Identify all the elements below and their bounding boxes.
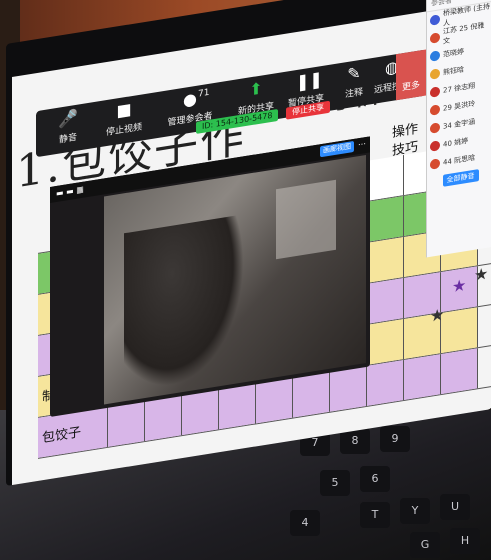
key[interactable]: T xyxy=(360,502,390,528)
video-feed xyxy=(104,154,366,405)
key[interactable]: 6 xyxy=(360,466,390,492)
pause-icon: ❚❚ xyxy=(296,68,323,93)
star-icon: ★ xyxy=(452,275,467,297)
mute-button[interactable]: 🎤 静音 xyxy=(38,105,98,149)
window-in-video xyxy=(276,179,336,260)
participants-count: 71 xyxy=(198,87,210,100)
key[interactable]: U xyxy=(440,494,470,520)
avatar xyxy=(430,68,440,80)
more-label: 更多 xyxy=(401,80,420,94)
mute-label: 静音 xyxy=(58,132,77,146)
avatar xyxy=(430,158,440,170)
stop-video-label: 停止视频 xyxy=(105,122,142,139)
grid-view-icon[interactable]: ▬ ▬ ▦ xyxy=(56,185,84,198)
gallery-view-button[interactable]: 画廊视图 xyxy=(320,140,354,158)
key[interactable]: 4 xyxy=(290,510,320,536)
scene: 7 8 9 5 6 T Y U 4 G H 1.包饺子作 动分析 操作技巧 xyxy=(0,0,491,560)
star-icon: ★ xyxy=(430,304,445,326)
participants-icon: ● xyxy=(183,88,197,110)
person-in-video xyxy=(124,214,244,394)
avatar xyxy=(430,14,440,26)
more-button[interactable]: 更多 xyxy=(396,49,426,101)
key[interactable]: 9 xyxy=(380,426,410,452)
microphone-icon: 🎤 xyxy=(58,107,78,130)
key[interactable]: H xyxy=(450,528,480,554)
star-icon: ★ xyxy=(474,263,489,285)
camera-icon: ■ xyxy=(116,99,132,121)
avatar xyxy=(430,32,440,44)
stop-video-button[interactable]: ■ 停止视频 xyxy=(94,97,154,141)
avatar xyxy=(430,122,440,134)
avatar xyxy=(430,86,440,98)
participants-panel: 参会者 桥梁教师 (主持人 江苏 25 倪雅文 范晓婷 熊钰晗 27 徐志翔 2… xyxy=(426,0,491,258)
laptop-screen: 1.包饺子作 动分析 操作技巧 xyxy=(6,0,491,487)
key[interactable]: Y xyxy=(400,498,430,524)
share-icon: ⬆ xyxy=(249,78,263,100)
more-icon[interactable]: ⋯ xyxy=(358,139,366,149)
key[interactable]: 5 xyxy=(320,470,350,496)
avatar xyxy=(430,140,440,152)
avatar xyxy=(430,50,440,62)
pen-icon: ✎ xyxy=(347,62,361,84)
annotate-label: 注释 xyxy=(344,87,363,101)
avatar xyxy=(430,104,440,116)
key[interactable]: G xyxy=(410,532,440,558)
